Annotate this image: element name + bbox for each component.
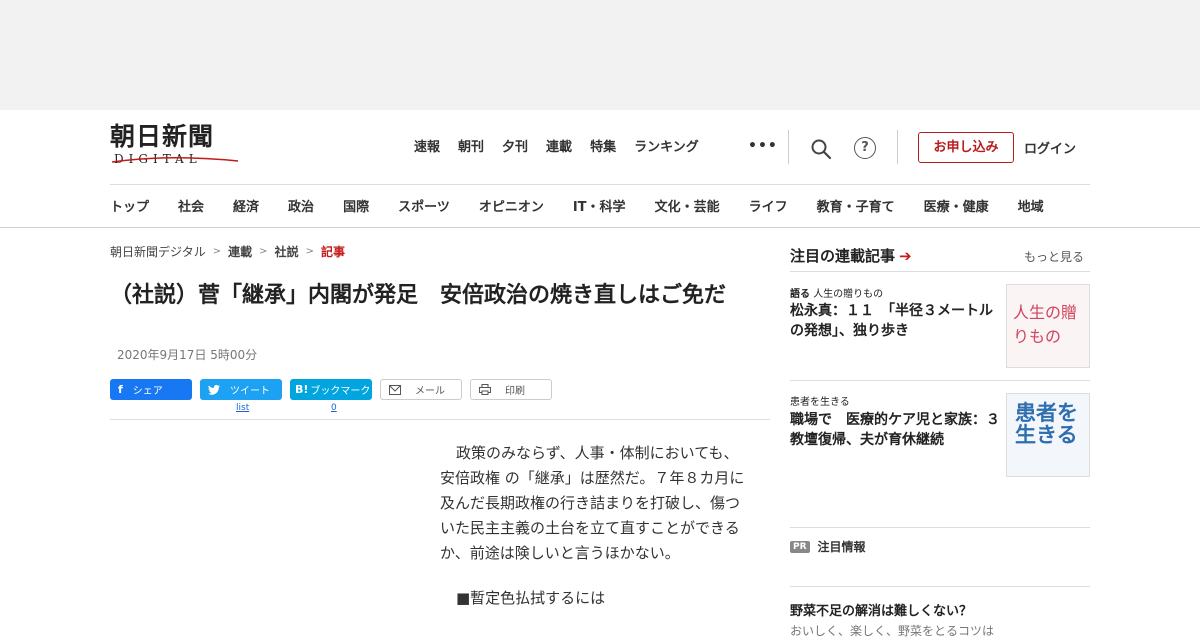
category-life[interactable]: ライフ bbox=[749, 196, 788, 215]
category-international[interactable]: 国際 bbox=[343, 196, 369, 215]
category-opinion[interactable]: オピニオン bbox=[479, 196, 544, 215]
breadcrumb-separator: > bbox=[259, 246, 268, 257]
twitter-count-link[interactable]: list bbox=[236, 403, 249, 413]
topnav-item-sokuho[interactable]: 速報 bbox=[414, 138, 440, 158]
arrow-right-icon: ➔ bbox=[899, 247, 912, 265]
thumbnail-text: 患者を生きる bbox=[1015, 401, 1078, 447]
topnav-item-tokushu[interactable]: 特集 bbox=[590, 138, 616, 158]
card-label-series: 人生の贈りもの bbox=[813, 289, 884, 300]
mail-button[interactable]: メール bbox=[380, 379, 462, 400]
article-date: 2020年9月17日 5時00分 bbox=[117, 348, 258, 362]
top-nav: 速報 朝刊 夕刊 連載 特集 ランキング bbox=[414, 138, 717, 158]
twitter-share-button[interactable]: ツイート bbox=[200, 379, 282, 400]
breadcrumb-rensai[interactable]: 連載 bbox=[228, 243, 252, 260]
breadcrumb: 朝日新聞デジタル > 連載 > 社説 > 記事 bbox=[110, 243, 345, 260]
ad-banner-area bbox=[0, 0, 1200, 110]
card-label: 語る 人生の贈りもの bbox=[790, 285, 883, 300]
hatena-count-link[interactable]: 0 bbox=[331, 403, 337, 413]
breadcrumb-separator: > bbox=[305, 246, 314, 257]
print-button[interactable]: 印刷 bbox=[470, 379, 552, 400]
card-title[interactable]: 職場で 医療的ケア児と家族：３ 教壇復帰、夫が育休継続 bbox=[790, 410, 1014, 450]
category-sports[interactable]: スポーツ bbox=[398, 196, 450, 215]
logo-text: 朝日新聞 bbox=[110, 122, 215, 151]
article-body: 政策のみならず、人事・体制においても、 安倍政権 の「継承」は歴然だ。７年８カ月… bbox=[440, 441, 750, 611]
topnav-item-ranking[interactable]: ランキング bbox=[634, 138, 699, 158]
category-economy[interactable]: 経済 bbox=[233, 196, 259, 215]
pr-section-heading: PR 注目情報 bbox=[790, 538, 866, 555]
pr-ad-text: おいしく、楽しく、野菜をとるコツは bbox=[790, 624, 995, 638]
card-thumbnail[interactable]: 患者を生きる bbox=[1006, 393, 1090, 477]
mail-label: メール bbox=[415, 386, 445, 397]
search-icon[interactable] bbox=[810, 138, 832, 160]
category-top[interactable]: トップ bbox=[110, 196, 149, 215]
facebook-share-button[interactable]: f シェア bbox=[110, 379, 192, 400]
asahi-logo[interactable]: 朝日新聞 DIGITAL bbox=[110, 124, 242, 170]
sidebar-heading-text: 注目の連載記事 bbox=[790, 247, 896, 265]
print-label: 印刷 bbox=[505, 386, 525, 397]
card-thumbnail[interactable]: 人生の贈りもの bbox=[1006, 284, 1090, 368]
card-label-strong: 語る bbox=[790, 289, 810, 300]
category-politics[interactable]: 政治 bbox=[288, 196, 314, 215]
sidebar-divider bbox=[790, 380, 1090, 381]
category-it-science[interactable]: IT・科学 bbox=[573, 196, 626, 215]
sidebar-heading[interactable]: 注目の連載記事 ➔ bbox=[790, 245, 912, 266]
login-link[interactable]: ログイン bbox=[1024, 138, 1076, 157]
pr-badge: PR bbox=[790, 540, 810, 553]
card-title[interactable]: 松永真：１１ 「半径３メートルの発想」、独り歩き bbox=[790, 301, 1002, 341]
divider bbox=[788, 130, 789, 164]
sidebar-divider bbox=[790, 586, 1090, 587]
twitter-bird-icon bbox=[208, 384, 220, 395]
breadcrumb-home[interactable]: 朝日新聞デジタル bbox=[110, 243, 206, 260]
more-link[interactable]: もっと見る bbox=[1024, 248, 1084, 265]
facebook-icon: f bbox=[118, 383, 123, 396]
breadcrumb-current: 記事 bbox=[320, 245, 345, 259]
pr-label: 注目情報 bbox=[817, 540, 866, 554]
card-label: 患者を生きる bbox=[790, 397, 850, 408]
pr-ad-title[interactable]: 野菜不足の解消は難しくない？ bbox=[790, 600, 972, 619]
divider bbox=[897, 130, 898, 164]
article-divider bbox=[110, 419, 770, 420]
breadcrumb-shasetsu[interactable]: 社説 bbox=[275, 243, 299, 260]
hatena-label: ブックマーク bbox=[310, 386, 371, 397]
thumbnail-text: 人生の贈りもの bbox=[1013, 303, 1078, 346]
mail-icon bbox=[389, 384, 401, 395]
category-local[interactable]: 地域 bbox=[1018, 196, 1044, 215]
category-education[interactable]: 教育・子育て bbox=[817, 196, 895, 215]
site-header: 朝日新聞 DIGITAL 速報 朝刊 夕刊 連載 特集 ランキング ••• ? … bbox=[0, 110, 1200, 228]
category-nav: トップ 社会 経済 政治 国際 スポーツ オピニオン IT・科学 文化・芸能 ラ… bbox=[110, 196, 1044, 215]
print-icon bbox=[479, 384, 491, 395]
category-health[interactable]: 医療・健康 bbox=[924, 196, 989, 215]
logo-swoosh-icon bbox=[111, 157, 239, 163]
hatena-bookmark-button[interactable]: B! ブックマーク bbox=[290, 379, 372, 400]
category-culture[interactable]: 文化・芸能 bbox=[655, 196, 720, 215]
more-menu-icon[interactable]: ••• bbox=[748, 138, 778, 154]
article-paragraph: 政策のみならず、人事・体制においても、 安倍政権 の「継承」は歴然だ。７年８カ月… bbox=[440, 444, 745, 562]
category-society[interactable]: 社会 bbox=[178, 196, 204, 215]
article-title: （社説）菅「継承」内閣が発足 安倍政治の焼き直しはご免だ bbox=[110, 283, 727, 308]
sidebar-divider bbox=[790, 271, 1090, 272]
share-bar: f シェア ツイート B! ブックマーク メール 印刷 bbox=[110, 379, 560, 400]
hatena-icon: B! bbox=[295, 383, 309, 396]
topnav-item-yukan[interactable]: 夕刊 bbox=[502, 138, 528, 158]
article-subheading: ■暫定色払拭するには bbox=[456, 589, 606, 607]
facebook-share-label: シェア bbox=[132, 386, 163, 397]
breadcrumb-separator: > bbox=[212, 246, 222, 257]
help-icon[interactable]: ? bbox=[854, 137, 876, 159]
header-divider bbox=[110, 184, 1090, 185]
sidebar-divider bbox=[790, 527, 1090, 528]
topnav-item-choukan[interactable]: 朝刊 bbox=[458, 138, 484, 158]
twitter-share-label: ツイート bbox=[230, 386, 270, 397]
apply-button[interactable]: お申し込み bbox=[918, 132, 1014, 163]
topnav-item-rensai[interactable]: 連載 bbox=[546, 138, 572, 158]
